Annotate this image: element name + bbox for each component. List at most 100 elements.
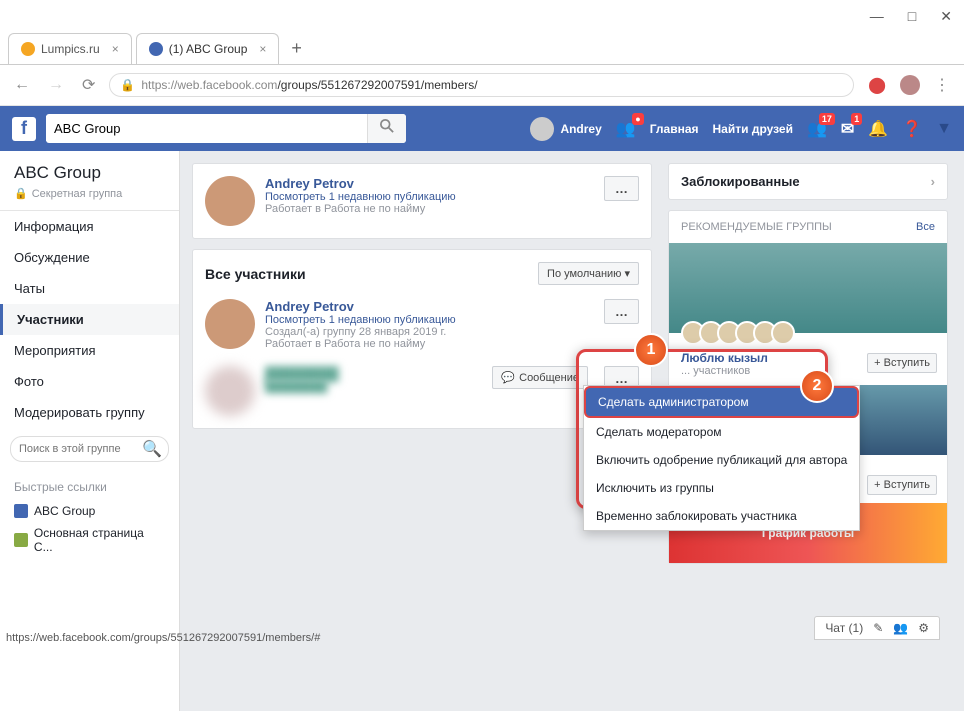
nav-info[interactable]: Информация (0, 211, 179, 242)
badge: 1 (851, 113, 862, 125)
member-more-button[interactable]: … (604, 299, 639, 324)
sort-button[interactable]: По умолчанию ▾ (538, 262, 639, 285)
member-avatar[interactable] (205, 176, 255, 226)
favicon-icon (149, 42, 163, 56)
url-path: /groups/551267292007591/members/ (277, 78, 477, 92)
quick-link-page[interactable]: Основная страница С... (0, 522, 179, 558)
quick-link-group[interactable]: ABC Group (0, 500, 179, 522)
page-icon (14, 533, 28, 547)
group-title: ABC Group (0, 151, 179, 187)
group-privacy: 🔒Секретная группа (0, 187, 179, 210)
gear-icon[interactable]: ⚙ (918, 621, 929, 635)
member-name-link[interactable]: Andrey Petrov (265, 176, 594, 191)
nav-moderate[interactable]: Модерировать группу (0, 397, 179, 428)
lock-icon: 🔒 (120, 78, 135, 92)
menu-icon[interactable]: ⋮ (930, 71, 954, 99)
nav-chats[interactable]: Чаты (0, 273, 179, 304)
member-meta: ████████ (265, 381, 482, 393)
member-meta: Работает в Работа не по найму (265, 203, 594, 215)
messenger-icon: 💬 (501, 371, 515, 384)
facebook-search[interactable] (46, 114, 406, 143)
new-tab-button[interactable]: + (283, 38, 310, 59)
group-cover-image[interactable] (669, 243, 947, 333)
approve-posts-item[interactable]: Включить одобрение публикаций для автора (584, 446, 859, 474)
nav-members[interactable]: Участники (0, 304, 179, 335)
member-meta: Создал(-а) группу 28 января 2019 г. (265, 326, 594, 338)
messages-icon[interactable]: ✉1 (841, 119, 854, 139)
chat-bar[interactable]: Чат (1) ✎ 👥 ⚙ (814, 616, 940, 640)
member-recent-link[interactable]: Посмотреть 1 недавнюю публикацию (265, 191, 594, 203)
reload-button[interactable]: ⟳ (78, 71, 99, 99)
friend-requests-icon[interactable]: 👥17 (807, 119, 827, 139)
avatar-icon (530, 117, 554, 141)
join-button[interactable]: + Вступить (867, 353, 937, 373)
extension-icon[interactable]: ⬤ (864, 71, 890, 99)
forward-button[interactable]: → (44, 72, 68, 98)
close-tab-icon[interactable]: × (112, 42, 119, 56)
step-badge-1: 1 (634, 333, 668, 367)
close-tab-icon[interactable]: × (259, 42, 266, 56)
group-search-input[interactable] (19, 443, 142, 455)
facebook-logo[interactable]: f (12, 117, 36, 141)
tab-title: Lumpics.ru (41, 42, 100, 56)
recommended-title: РЕКОМЕНДУЕМЫЕ ГРУППЫ (681, 221, 832, 233)
nav-discussion[interactable]: Обсуждение (0, 242, 179, 273)
quick-link-label: ABC Group (34, 504, 95, 518)
search-icon: 🔍 (142, 439, 162, 459)
notification-badge: ● (632, 113, 643, 125)
block-member-item[interactable]: Временно заблокировать участника (584, 502, 859, 530)
search-button[interactable] (367, 114, 406, 143)
member-actions-dropdown: Сделать администратором Сделать модерато… (583, 385, 860, 531)
search-input[interactable] (46, 116, 367, 141)
message-button[interactable]: 💬 Сообщение (492, 366, 588, 389)
minimize-icon[interactable]: ― (870, 8, 884, 25)
favicon-icon (21, 42, 35, 56)
notifications-icon[interactable]: 🔔 (868, 119, 888, 139)
people-icon[interactable]: 👥 (893, 621, 908, 635)
remove-member-item[interactable]: Исключить из группы (584, 474, 859, 502)
member-name-link[interactable]: ████████ (265, 366, 482, 381)
browser-tab-facebook[interactable]: (1) ABC Group × (136, 33, 280, 64)
compose-icon[interactable]: ✎ (873, 621, 883, 635)
blocked-link[interactable]: Заблокированные › (669, 164, 947, 199)
profile-link[interactable]: Andrey (530, 117, 601, 141)
step-badge-2: 2 (800, 369, 834, 403)
nav-events[interactable]: Мероприятия (0, 335, 179, 366)
url-input[interactable]: 🔒 https://web.facebook.com/groups/551267… (109, 73, 854, 97)
member-avatar[interactable] (205, 366, 255, 416)
group-icon (14, 504, 28, 518)
member-name-link[interactable]: Andrey Petrov (265, 299, 594, 314)
group-search[interactable]: 🔍 (10, 436, 169, 462)
member-recent-link[interactable]: Посмотреть 1 недавнюю публикацию (265, 314, 594, 326)
maximize-icon[interactable]: □ (908, 8, 916, 25)
profile-avatar-icon[interactable] (900, 75, 920, 95)
nav-photos[interactable]: Фото (0, 366, 179, 397)
help-icon[interactable]: ❓ (902, 119, 922, 139)
nav-home[interactable]: Главная (650, 122, 699, 136)
make-moderator-item[interactable]: Сделать модератором (584, 418, 859, 446)
tab-title: (1) ABC Group (169, 42, 248, 56)
join-button[interactable]: + Вступить (867, 475, 937, 495)
badge: 17 (819, 113, 835, 125)
nav-find-friends[interactable]: Найти друзей (713, 122, 793, 136)
member-more-button[interactable]: … (604, 176, 639, 201)
chat-label: Чат (1) (825, 621, 863, 635)
groups-icon[interactable]: 👥● (616, 119, 636, 139)
browser-tab-lumpics[interactable]: Lumpics.ru × (8, 33, 132, 64)
status-bar: https://web.facebook.com/groups/55126729… (6, 632, 320, 644)
close-icon[interactable]: ✕ (940, 8, 952, 25)
see-all-link[interactable]: Все (916, 221, 935, 233)
dropdown-icon[interactable]: ▼ (936, 120, 952, 138)
member-meta: Работает в Работа не по найму (265, 338, 594, 350)
quick-link-label: Основная страница С... (34, 526, 165, 554)
search-icon (380, 119, 394, 133)
chevron-right-icon: › (931, 174, 935, 189)
member-avatar[interactable] (205, 299, 255, 349)
member-faces (681, 321, 935, 345)
quick-links-title: Быстрые ссылки (0, 470, 179, 500)
lock-icon: 🔒 (14, 187, 28, 200)
all-members-title: Все участники (205, 266, 306, 282)
back-button[interactable]: ← (10, 72, 34, 98)
url-host: https://web.facebook.com (141, 78, 277, 92)
profile-name: Andrey (560, 122, 601, 136)
